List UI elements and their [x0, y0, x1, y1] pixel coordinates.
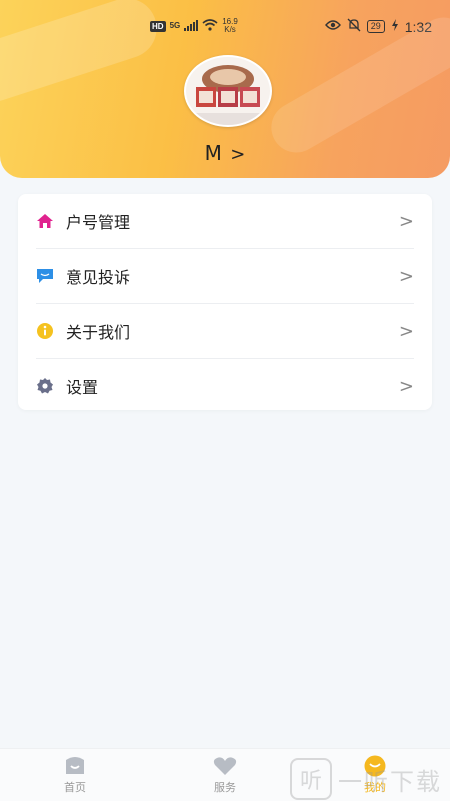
wifi-icon — [202, 18, 218, 34]
info-icon — [36, 322, 54, 340]
home-icon — [36, 212, 54, 230]
watermark-text: 一听下载 — [338, 767, 442, 796]
chevron-right-icon: > — [398, 265, 414, 287]
user-name[interactable]: M > — [0, 141, 450, 165]
mute-bell-icon — [347, 18, 361, 35]
tab-service[interactable]: 服务 — [150, 749, 300, 801]
signal-icon — [184, 19, 199, 34]
charging-icon — [391, 19, 399, 34]
net-speed-unit: K/s — [224, 25, 236, 34]
chat-icon — [36, 267, 54, 285]
chevron-right-icon: > — [398, 210, 414, 232]
home-tab-icon — [63, 755, 87, 777]
menu-label: 关于我们 — [66, 323, 131, 342]
menu-label: 户号管理 — [66, 213, 131, 232]
status-left: HD 5G 16.9 K/s — [150, 18, 238, 34]
menu-label: 意见投诉 — [66, 268, 131, 287]
tab-home-label: 首页 — [64, 781, 86, 794]
status-bar: HD 5G 16.9 K/s 29 1:32 — [0, 16, 450, 38]
status-right: 29 1:32 — [324, 18, 432, 35]
user-name-text: M — [204, 141, 222, 165]
menu-label: 设置 — [66, 378, 99, 397]
signal-label: 5G — [169, 21, 181, 30]
profile-chevron-icon: > — [230, 144, 246, 165]
avatar-image — [186, 57, 270, 125]
net-speed: 16.9 K/s — [222, 18, 238, 34]
menu-item-feedback[interactable]: 意见投诉 > — [36, 249, 414, 304]
avatar[interactable] — [184, 55, 272, 127]
profile-header: HD 5G 16.9 K/s 29 1:32 M > — [0, 0, 450, 178]
tab-service-label: 服务 — [214, 781, 236, 794]
hd-badge: HD — [150, 20, 166, 32]
menu-item-about-us[interactable]: 关于我们 > — [36, 304, 414, 359]
chevron-right-icon: > — [398, 320, 414, 342]
watermark-icon: 听 — [290, 758, 332, 800]
eye-icon — [324, 19, 341, 34]
clock: 1:32 — [404, 18, 432, 35]
menu-item-settings[interactable]: 设置 > — [36, 359, 414, 413]
menu-card: 户号管理 > 意见投诉 > 关于我们 > 设置 > — [18, 194, 432, 410]
menu-item-account-management[interactable]: 户号管理 > — [36, 194, 414, 249]
battery-indicator: 29 — [366, 20, 385, 33]
heart-icon — [213, 755, 237, 777]
watermark-logo: 听 一听下载 — [290, 758, 442, 800]
chevron-right-icon: > — [398, 375, 414, 397]
gear-icon — [36, 377, 54, 395]
tab-home[interactable]: 首页 — [0, 749, 150, 801]
